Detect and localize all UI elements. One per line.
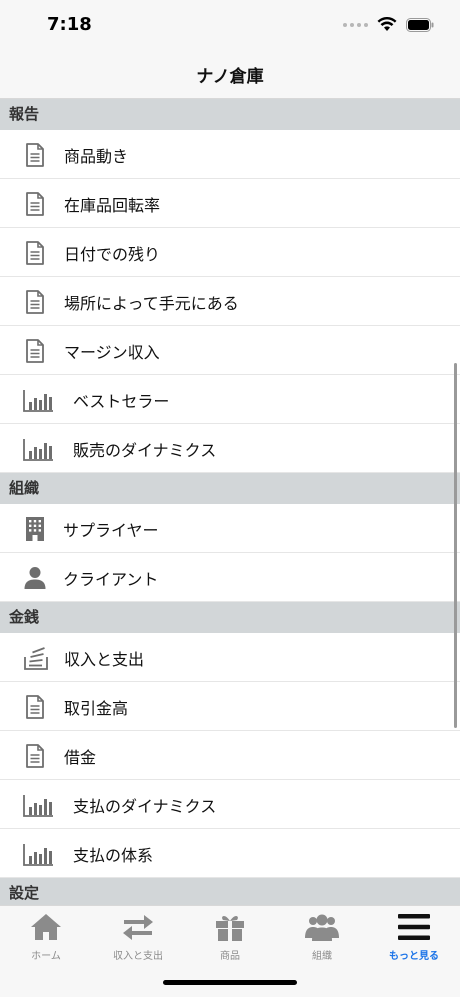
list-item-label: マージン収入	[64, 343, 160, 362]
tab-label: ホーム	[31, 951, 61, 962]
section-header-reports: 報告	[0, 99, 460, 130]
people-icon	[305, 914, 339, 941]
document-icon	[26, 744, 44, 768]
document-icon	[26, 241, 44, 265]
document-icon	[26, 192, 44, 216]
bar-chart-icon	[23, 795, 53, 817]
building-icon	[26, 517, 44, 541]
scroll-indicator[interactable]	[454, 363, 457, 728]
tab-organizations[interactable]: 組織	[276, 912, 368, 964]
list-item-label: 日付での残り	[64, 245, 161, 264]
list-item-goods-movement[interactable]: 商品動き	[0, 130, 460, 179]
home-indicator[interactable]	[163, 980, 297, 985]
document-icon	[26, 695, 44, 719]
gift-icon	[216, 915, 244, 941]
list-item-payment-structure[interactable]: 支払の体系	[0, 829, 460, 878]
list-item-label: 支払の体系	[73, 846, 154, 865]
navigation-bar: ナノ倉庫	[0, 52, 460, 99]
status-icons	[343, 17, 434, 32]
section-header-money: 金銭	[0, 602, 460, 633]
list-item-debts[interactable]: 借金	[0, 731, 460, 780]
list-item-label: 販売のダイナミクス	[73, 441, 217, 460]
list-item-suppliers[interactable]: サプライヤー	[0, 504, 460, 553]
status-bar: 7:18	[0, 0, 460, 52]
tab-home[interactable]: ホーム	[0, 912, 92, 964]
document-icon	[26, 290, 44, 314]
list-item-label: 在庫品回転率	[64, 196, 161, 215]
list-item-label: 取引金高	[64, 699, 129, 718]
document-icon	[26, 339, 44, 363]
menu-icon	[398, 914, 430, 940]
tab-label: もっと見る	[389, 951, 439, 962]
list-item-label: 場所によって手元にある	[64, 294, 239, 313]
bar-chart-icon	[23, 844, 53, 866]
document-icon	[26, 143, 44, 167]
section-header-organizations: 組織	[0, 473, 460, 504]
list-item-income-expenses[interactable]: 収入と支出	[0, 633, 460, 682]
stack-icon	[24, 647, 48, 670]
wifi-icon	[377, 17, 397, 31]
list-item-label: ベストセラー	[73, 392, 170, 411]
tab-more[interactable]: もっと見る	[368, 912, 460, 964]
page-title: ナノ倉庫	[196, 67, 264, 87]
list-item-balance-by-date[interactable]: 日付での残り	[0, 228, 460, 277]
list-item-on-hand-by-location[interactable]: 場所によって手元にある	[0, 277, 460, 326]
bar-chart-icon	[23, 439, 53, 461]
list-item-label: 借金	[64, 748, 97, 767]
tab-label: 組織	[312, 951, 332, 962]
section-header-settings: 設定	[0, 878, 460, 905]
list-item-sales-dynamics[interactable]: 販売のダイナミクス	[0, 424, 460, 473]
list-item-clients[interactable]: クライアント	[0, 553, 460, 602]
list-item-inventory-turnover[interactable]: 在庫品回転率	[0, 179, 460, 228]
list-item-transaction-amounts[interactable]: 取引金高	[0, 682, 460, 731]
tab-label: 商品	[220, 951, 240, 962]
list-item-label: サプライヤー	[63, 521, 159, 540]
tab-income-expenses[interactable]: 収入と支出	[92, 912, 184, 964]
list-item-label: 支払のダイナミクス	[73, 797, 217, 816]
status-time: 7:18	[47, 14, 92, 35]
tab-products[interactable]: 商品	[184, 912, 276, 964]
list-item-label: 収入と支出	[64, 650, 145, 669]
home-icon	[31, 914, 61, 940]
transfer-arrows-icon	[123, 915, 153, 940]
person-icon	[24, 567, 46, 589]
signal-icon	[343, 22, 368, 27]
battery-icon	[406, 17, 434, 32]
list-item-label: 商品動き	[64, 147, 129, 166]
list-item-margin-income[interactable]: マージン収入	[0, 326, 460, 375]
menu-list[interactable]: 報告 商品動き 在庫品回転率 日付での残り 場所によって手元にある マージン収入…	[0, 99, 460, 905]
bar-chart-icon	[23, 390, 53, 412]
list-item-payment-dynamics[interactable]: 支払のダイナミクス	[0, 780, 460, 829]
tab-label: 収入と支出	[113, 951, 163, 962]
list-item-label: クライアント	[63, 570, 159, 589]
list-item-bestsellers[interactable]: ベストセラー	[0, 375, 460, 424]
